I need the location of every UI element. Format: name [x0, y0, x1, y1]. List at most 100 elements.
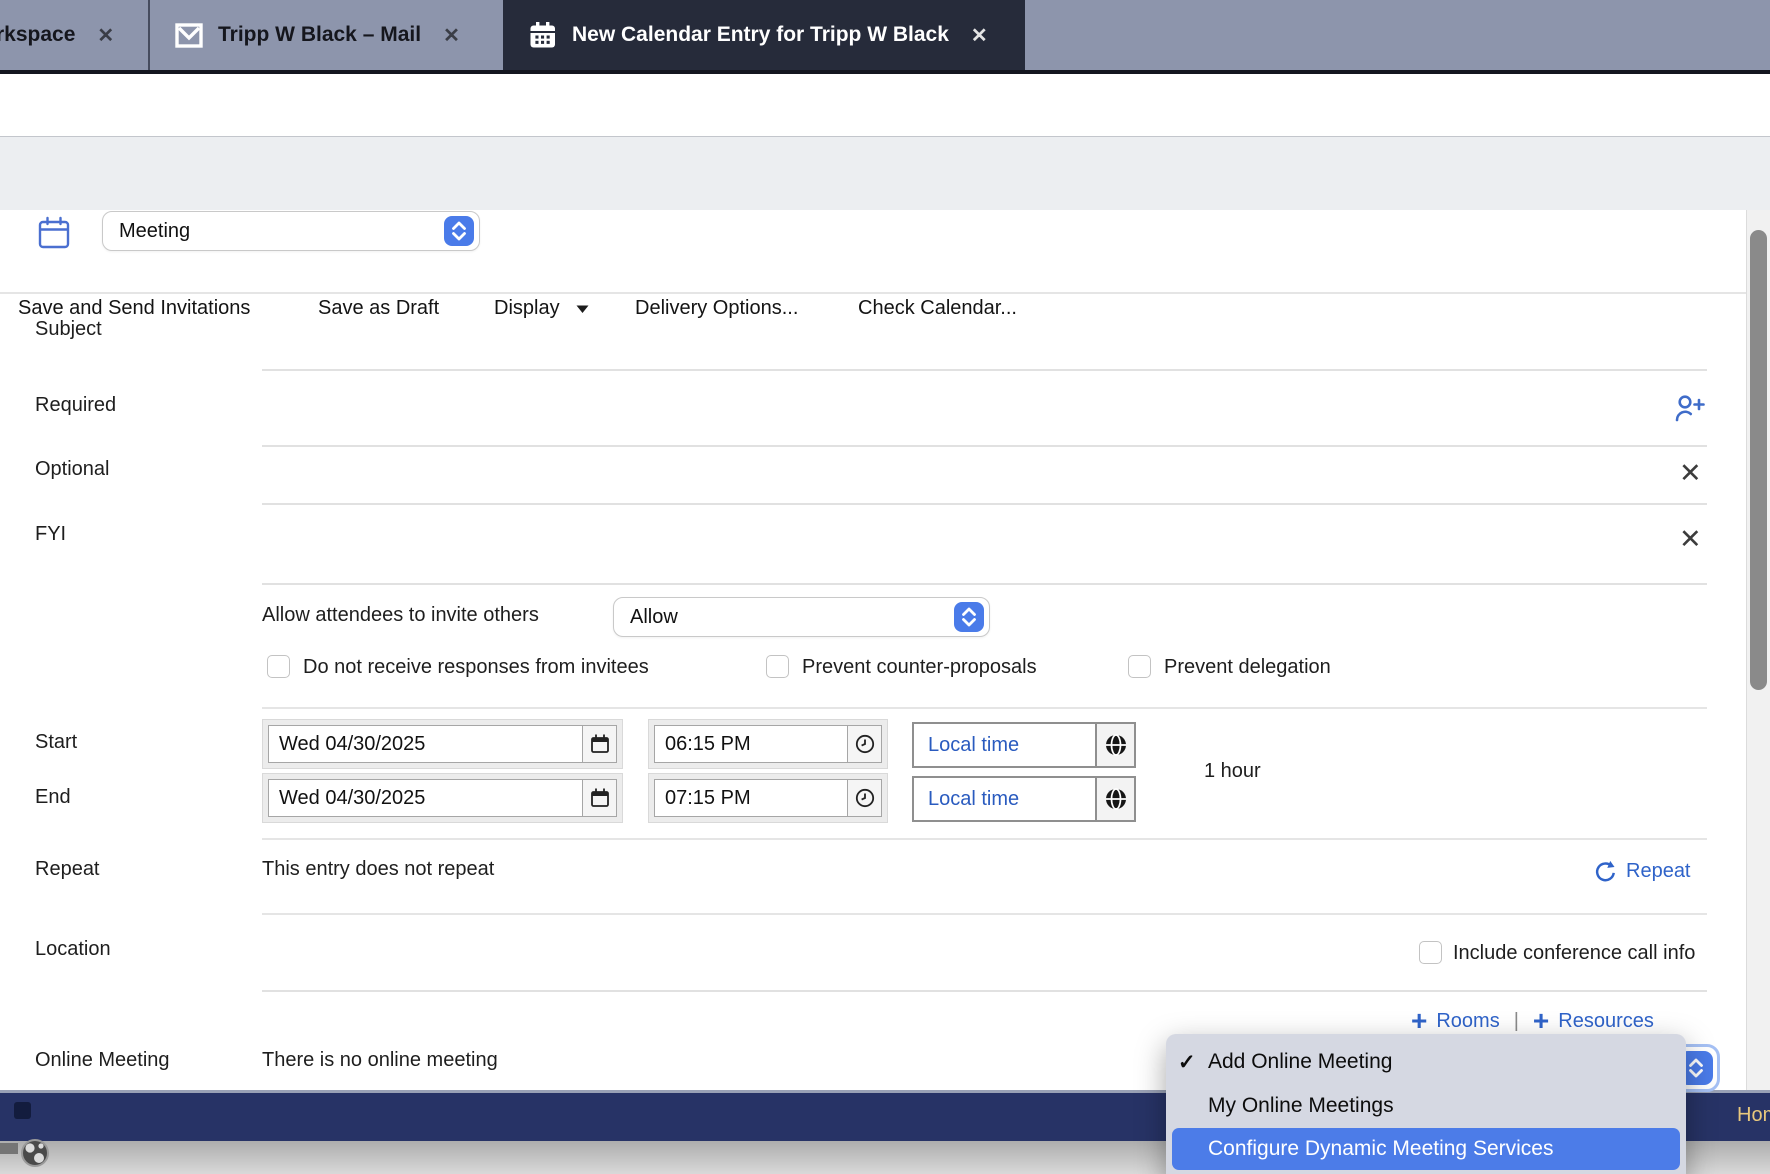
timezone-picker-button[interactable] [1095, 778, 1134, 820]
required-underline [262, 445, 1707, 447]
plus-icon: + [1533, 1008, 1549, 1034]
tab-label: New Calendar Entry for Tripp W Black [572, 23, 949, 47]
clock-icon [853, 786, 877, 810]
subject-input[interactable] [262, 310, 1707, 367]
notes-client-window: rkspace ✕ Tripp W Black – Mail ✕ [0, 0, 1770, 1174]
prevent-counter-checkbox[interactable] [766, 655, 789, 678]
prevent-delegation-label: Prevent delegation [1164, 656, 1331, 679]
add-person-icon[interactable] [1672, 392, 1706, 431]
timezone-picker-button[interactable] [1095, 724, 1134, 766]
clear-optional-icon[interactable]: ✕ [1679, 458, 1702, 489]
time-picker-button[interactable] [848, 725, 882, 763]
menu-item-configure-dynamic-meeting-services[interactable]: Configure Dynamic Meeting Services [1172, 1128, 1680, 1170]
end-timezone-field: Local time [912, 776, 1136, 822]
start-date-field: Wed 04/30/2025 [262, 719, 623, 769]
tab-workspace[interactable]: rkspace ✕ [0, 0, 148, 70]
optional-label: Optional [35, 458, 110, 481]
repeat-link[interactable]: Repeat [1592, 858, 1691, 885]
calendar-entry-icon [36, 215, 72, 256]
start-time-input[interactable]: 06:15 PM [654, 725, 848, 763]
start-date-input[interactable]: Wed 04/30/2025 [268, 725, 583, 763]
start-date-value: Wed 04/30/2025 [279, 733, 425, 756]
location-underline [262, 990, 1707, 992]
start-timezone-link[interactable]: Local time [914, 724, 1095, 766]
repeat-status: This entry does not repeat [262, 858, 494, 881]
globe-icon [1103, 786, 1129, 812]
clear-fyi-icon[interactable]: ✕ [1679, 524, 1702, 555]
check-icon: ✓ [1178, 1050, 1208, 1075]
fyi-input[interactable] [262, 506, 1652, 581]
required-input[interactable] [262, 380, 1652, 443]
end-time-input[interactable]: 07:15 PM [654, 779, 848, 817]
no-responses-label: Do not receive responses from invitees [303, 656, 649, 679]
tab-mail[interactable]: Tripp W Black – Mail ✕ [150, 0, 500, 70]
optional-underline [262, 503, 1707, 505]
rooms-resources-row: + Rooms | + Resources [1411, 1008, 1654, 1034]
calendar-icon [588, 732, 612, 756]
time-picker-button[interactable] [848, 779, 882, 817]
duration-text: 1 hour [1204, 760, 1261, 783]
date-picker-button[interactable] [583, 779, 617, 817]
close-icon[interactable]: ✕ [971, 23, 988, 48]
close-icon[interactable]: ✕ [97, 23, 114, 48]
prevent-delegation-checkbox[interactable] [1128, 655, 1151, 678]
no-responses-checkbox[interactable] [267, 655, 290, 678]
allow-attendees-label: Allow attendees to invite others [262, 604, 539, 627]
allow-attendees-select[interactable]: Allow [613, 597, 990, 637]
chevron-up-down-icon [954, 602, 984, 632]
fyi-label: FYI [35, 523, 66, 546]
online-meeting-status: There is no online meeting [262, 1049, 498, 1072]
start-time-value: 06:15 PM [665, 733, 751, 756]
entry-type-value: Meeting [119, 220, 190, 243]
end-time-field: 07:15 PM [648, 773, 888, 823]
chevron-up-down-icon [444, 216, 474, 246]
start-time-field: 06:15 PM [648, 719, 888, 769]
vertical-scrollbar[interactable] [1746, 210, 1770, 1090]
scrollbar-thumb[interactable] [1750, 230, 1767, 690]
location-input[interactable] [262, 925, 1392, 985]
home-link[interactable]: Hom [1737, 1104, 1770, 1127]
calendar-icon [527, 20, 558, 51]
menu-item-add-online-meeting[interactable]: ✓ Add Online Meeting [1166, 1040, 1686, 1084]
section-divider [262, 707, 1707, 709]
timezone-value: Local time [928, 734, 1019, 757]
timezone-value: Local time [928, 788, 1019, 811]
add-resources-link[interactable]: Resources [1558, 1010, 1654, 1033]
editor-toolbar: ▼ b i u A 123 [0, 74, 1770, 136]
menu-item-my-online-meetings[interactable]: My Online Meetings [1166, 1084, 1686, 1128]
subject-label: Subject [35, 318, 102, 341]
optional-input[interactable] [262, 448, 1652, 501]
clock-icon [853, 732, 877, 756]
end-timezone-link[interactable]: Local time [914, 778, 1095, 820]
save-and-send-button[interactable]: Save and Send Invitations [18, 297, 250, 320]
action-bar: Save and Send Invitations Save as Draft … [0, 136, 1770, 210]
conference-call-label: Include conference call info [1453, 942, 1695, 965]
section-divider [262, 913, 1707, 915]
window-tab-bar: rkspace ✕ Tripp W Black – Mail ✕ [0, 0, 1770, 70]
start-timezone-field: Local time [912, 722, 1136, 768]
end-date-input[interactable]: Wed 04/30/2025 [268, 779, 583, 817]
conference-call-checkbox[interactable] [1419, 941, 1442, 964]
end-label: End [35, 786, 71, 809]
section-divider [262, 838, 1707, 840]
repeat-link-label: Repeat [1626, 860, 1691, 883]
prevent-counter-label: Prevent counter-proposals [802, 656, 1037, 679]
online-meeting-label: Online Meeting [35, 1049, 170, 1072]
link-separator: | [1514, 1010, 1519, 1033]
repeat-icon [1592, 858, 1619, 885]
subject-underline [262, 369, 1707, 371]
menu-item-label: My Online Meetings [1208, 1094, 1394, 1118]
end-time-value: 07:15 PM [665, 787, 751, 810]
online-meeting-popup-menu: ✓ Add Online Meeting My Online Meetings … [1166, 1034, 1686, 1174]
entry-type-select[interactable]: Meeting [102, 211, 480, 251]
tab-label: rkspace [0, 23, 75, 47]
location-label: Location [35, 938, 111, 961]
resize-grip [0, 1143, 18, 1154]
date-picker-button[interactable] [583, 725, 617, 763]
close-icon[interactable]: ✕ [443, 23, 460, 48]
add-rooms-link[interactable]: Rooms [1436, 1010, 1499, 1033]
network-status-globe-icon[interactable] [18, 1136, 52, 1174]
status-bar-icon [14, 1102, 31, 1119]
tab-new-calendar-entry[interactable]: New Calendar Entry for Tripp W Black ✕ [503, 0, 1025, 70]
menu-item-label: Configure Dynamic Meeting Services [1208, 1137, 1553, 1161]
